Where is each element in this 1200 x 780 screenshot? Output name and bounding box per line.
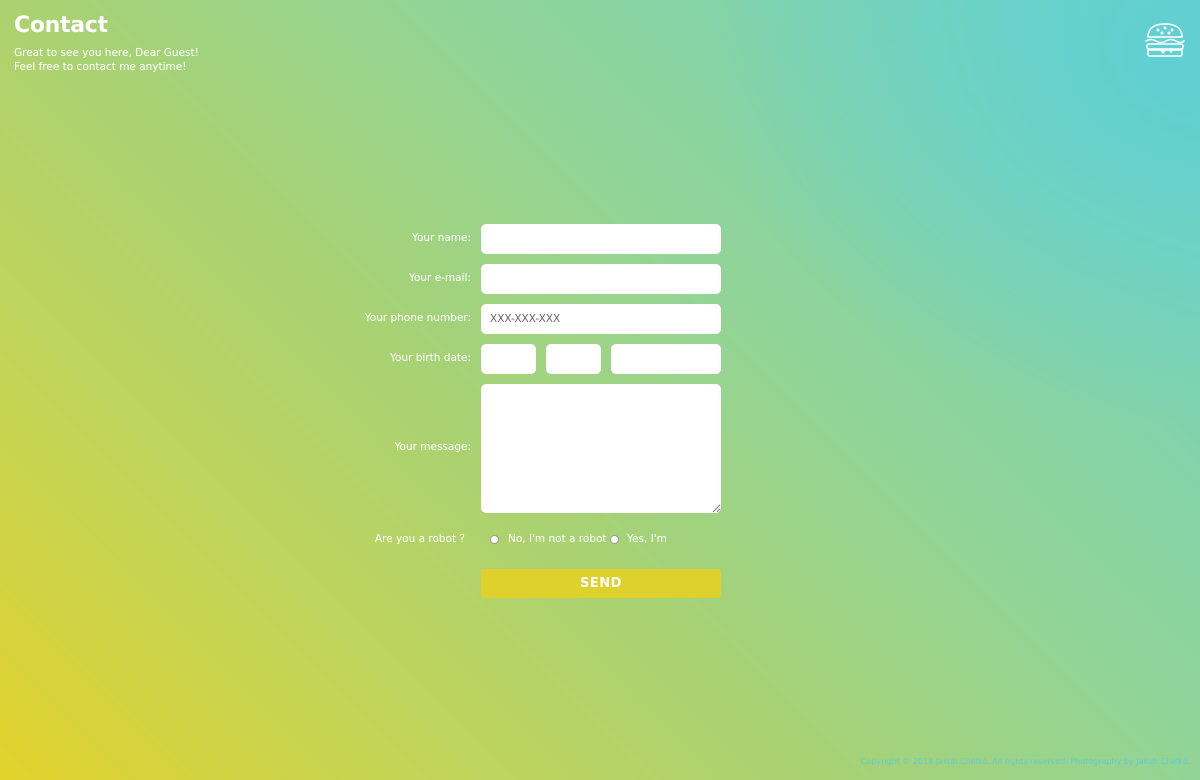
email-label: Your e-mail: [408, 272, 471, 284]
message-textarea[interactable] [481, 384, 721, 513]
robot-no-radio[interactable] [490, 535, 499, 544]
robot-no-label[interactable]: No, I'm not a robot [508, 533, 607, 545]
phone-label: Your phone number: [364, 312, 471, 324]
contact-form: Your name: Your e-mail: Your phone numbe… [0, 0, 1200, 780]
birth-day-input[interactable] [481, 344, 536, 374]
robot-question-label: Are you a robot ? [374, 533, 465, 545]
birth-year-input[interactable] [611, 344, 721, 374]
robot-yes-radio[interactable] [610, 535, 619, 544]
name-label: Your name: [411, 232, 471, 244]
birth-date-label: Your birth date: [390, 352, 471, 364]
robot-yes-label[interactable]: Yes, I'm [627, 533, 667, 545]
name-input[interactable] [481, 224, 721, 254]
send-button[interactable]: SEND [481, 569, 721, 598]
email-input[interactable] [481, 264, 721, 294]
birth-month-input[interactable] [546, 344, 601, 374]
phone-input[interactable] [481, 304, 721, 334]
message-label: Your message: [394, 441, 471, 453]
footer-copyright: Copyright © 2018 Jakub Chelkó. All right… [860, 757, 1190, 766]
